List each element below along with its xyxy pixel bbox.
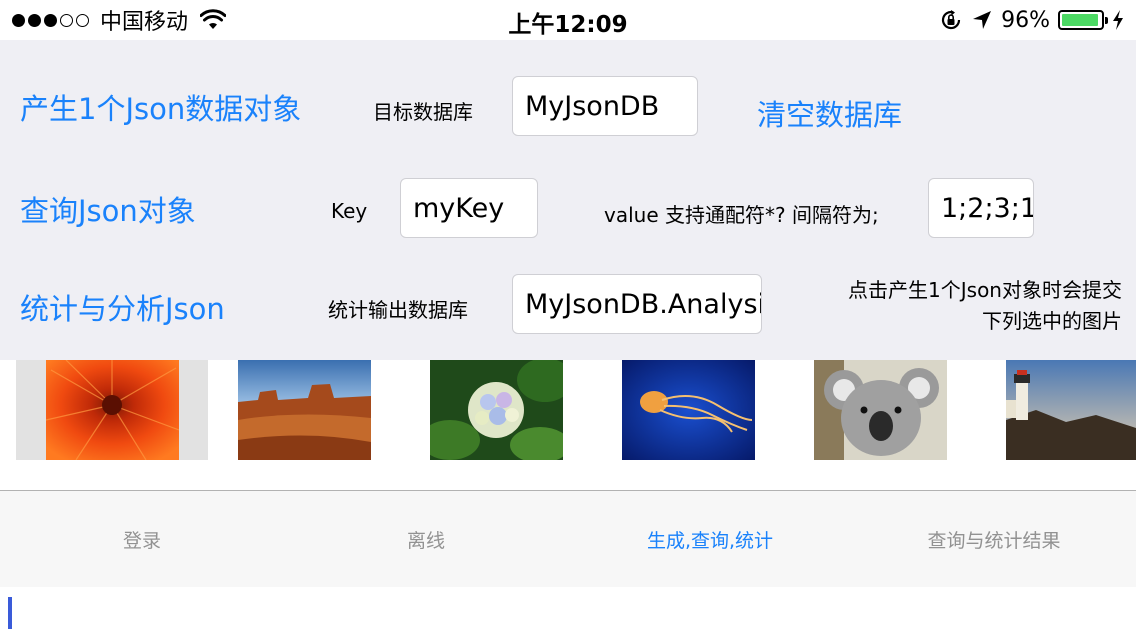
tab-bar: 登录 离线 生成,查询,统计 查询与统计结果	[0, 490, 1136, 587]
value-field[interactable]: 1;2;3;1	[928, 178, 1034, 238]
tab-query-stats-results[interactable]: 查询与统计结果	[852, 491, 1136, 588]
tab-generate-query-stats[interactable]: 生成,查询,统计	[568, 491, 852, 588]
location-arrow-icon	[973, 11, 992, 29]
battery-percent: 96%	[1001, 7, 1050, 33]
orientation-lock-icon	[942, 10, 961, 30]
target-db-value: MyJsonDB	[525, 90, 660, 122]
submit-note-line2: 下列选中的图片	[982, 309, 1122, 333]
hydrangeas-image[interactable]	[430, 360, 563, 460]
value-value: 1;2;3;1	[941, 192, 1034, 224]
submit-note-line1: 点击产生1个Json对象时会提交	[848, 278, 1122, 302]
key-value: myKey	[413, 192, 505, 224]
jellyfish-image[interactable]	[622, 360, 755, 460]
key-label: Key	[331, 199, 368, 223]
target-db-field[interactable]: MyJsonDB	[512, 76, 698, 136]
desert-image[interactable]	[238, 360, 371, 460]
output-db-label: 统计输出数据库	[328, 298, 468, 322]
clear-db-button[interactable]: 清空数据库	[757, 92, 902, 134]
lighthouse-image[interactable]	[1006, 360, 1136, 460]
output-db-field[interactable]: MyJsonDB.Analysis	[512, 274, 762, 334]
value-label: value 支持通配符*? 间隔符为;	[604, 203, 879, 227]
bottom-text-area[interactable]	[0, 587, 1136, 640]
query-json-button[interactable]: 查询Json对象	[20, 188, 196, 230]
form-panel: 产生1个Json数据对象 目标数据库 MyJsonDB 清空数据库 查询Json…	[0, 40, 1136, 360]
status-bar-right: 96%	[939, 6, 1124, 34]
stats-analysis-button[interactable]: 统计与分析Json	[20, 286, 225, 328]
text-caret	[8, 597, 12, 629]
koala-image[interactable]	[814, 360, 947, 460]
status-bar: 中国移动 上午12:09 96%	[0, 0, 1136, 40]
tab-offline[interactable]: 离线	[284, 491, 568, 588]
battery-icon	[1058, 10, 1108, 30]
key-field[interactable]: myKey	[400, 178, 538, 238]
image-picker-strip	[0, 360, 1136, 490]
generate-json-button[interactable]: 产生1个Json数据对象	[20, 86, 301, 128]
battery-level-fill	[1062, 14, 1099, 26]
target-db-label: 目标数据库	[373, 100, 473, 124]
chrysanthemum-image[interactable]	[46, 360, 179, 460]
submit-note: 点击产生1个Json对象时会提交 下列选中的图片	[848, 275, 1122, 337]
tab-login[interactable]: 登录	[0, 491, 284, 588]
battery-tip	[1105, 17, 1108, 24]
charging-bolt-icon	[1113, 10, 1123, 30]
output-db-value: MyJsonDB.Analysis	[525, 288, 762, 320]
